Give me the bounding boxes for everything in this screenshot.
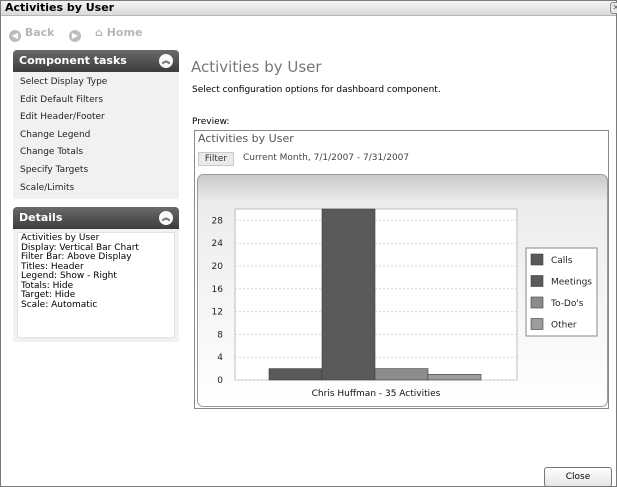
home-icon: ⌂	[95, 26, 103, 39]
task-scale-limits[interactable]: Scale/Limits	[13, 180, 179, 198]
task-specify-targets[interactable]: Specify Targets	[13, 162, 179, 180]
close-icon[interactable]: ✕	[610, 2, 617, 14]
home-label: Home	[106, 26, 143, 39]
legend-label: Other	[551, 321, 577, 331]
bar	[268, 368, 323, 381]
task-edit-default-filters[interactable]: Edit Default Filters	[13, 92, 179, 110]
window-title: Activities by User	[5, 1, 115, 14]
forward-button[interactable]: ▶	[69, 26, 81, 42]
home-button[interactable]: ⌂ Home	[95, 26, 142, 40]
legend-swatch	[530, 253, 544, 266]
legend-label: Calls	[551, 256, 573, 266]
component-tasks-header[interactable]: Component tasks ︽	[13, 50, 179, 72]
task-edit-header-footer[interactable]: Edit Header/Footer	[13, 109, 179, 127]
details-header[interactable]: Details ︽	[13, 207, 179, 230]
collapse-icon[interactable]: ︽	[159, 211, 173, 226]
page-subtitle: Select configuration options for dashboa…	[192, 85, 441, 95]
back-button[interactable]: ◀ Back	[9, 26, 55, 42]
y-tick-label: 24	[212, 239, 224, 249]
details-text: Activities by User Display: Vertical Bar…	[17, 232, 175, 339]
chart-container: 0 4 8 12 16 20 24 28 Chris Huffman - 35 Activiti…	[197, 174, 608, 407]
back-arrow-icon: ◀	[9, 30, 21, 42]
y-tick-label: 16	[212, 285, 224, 295]
forward-arrow-icon: ▶	[69, 30, 81, 42]
y-tick-label: 20	[212, 262, 224, 272]
y-tick-label: 12	[212, 308, 223, 318]
component-tasks-list: Select Display Type Edit Default Filters…	[13, 72, 179, 200]
preview-title: Activities by User	[198, 132, 294, 145]
task-select-display-type[interactable]: Select Display Type	[13, 74, 179, 92]
preview-label: Preview:	[192, 117, 230, 127]
collapse-icon[interactable]: ︽	[159, 54, 173, 68]
title-bar: Activities by User ✕	[1, 1, 617, 16]
y-tick-label: 28	[212, 216, 224, 226]
component-tasks-title: Component tasks	[19, 54, 127, 67]
bar	[427, 374, 482, 381]
filter-button[interactable]: Filter	[198, 152, 234, 166]
plot-area	[234, 208, 518, 381]
filter-text: Current Month, 7/1/2007 - 7/31/2007	[243, 153, 410, 163]
close-button[interactable]: Close	[544, 467, 612, 487]
y-tick-label: 0	[217, 376, 223, 386]
task-change-totals[interactable]: Change Totals	[13, 144, 179, 162]
back-label: Back	[24, 26, 55, 39]
y-tick-label: 4	[217, 353, 223, 363]
legend-swatch	[530, 318, 544, 330]
details-title: Details	[19, 211, 63, 225]
bar	[374, 368, 429, 381]
legend-swatch	[530, 296, 544, 309]
x-category-label: Chris Huffman - 35 Activities	[312, 389, 441, 399]
details-panel: Activities by User Display: Vertical Bar…	[13, 229, 179, 343]
legend-label: Meetings	[551, 278, 592, 288]
y-tick-label: 8	[217, 330, 223, 340]
bar	[321, 208, 376, 381]
bar-chart: 0 4 8 12 16 20 24 28 Chris Huffman - 35 Activiti…	[197, 174, 608, 407]
navigation-bar: ◀ Back ▶ ⌂ Home	[1, 16, 616, 46]
task-change-legend[interactable]: Change Legend	[13, 127, 179, 145]
legend-label: To-Do's	[550, 299, 584, 309]
details-line: Scale: Automatic	[21, 299, 98, 310]
legend-swatch	[530, 275, 544, 287]
page-title: Activities by User	[191, 58, 322, 76]
preview-pane: Activities by User Filter Current Month,…	[194, 130, 609, 409]
sidebar: Component tasks ︽ Select Display Type Ed…	[13, 50, 179, 343]
dialog-window: Activities by User ✕ ◀ Back ▶ ⌂ Home Com…	[0, 0, 617, 487]
